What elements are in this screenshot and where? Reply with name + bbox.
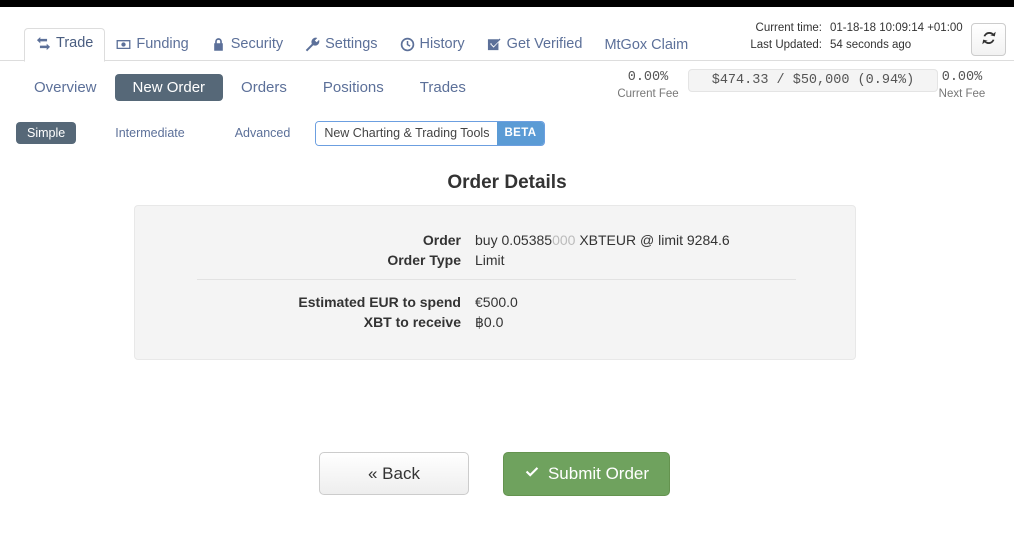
current-time-row: Current time:01-18-18 10:09:14 +01:00 <box>736 20 956 37</box>
page-title: Order Details <box>0 172 1014 194</box>
last-updated-label: Last Updated: <box>736 37 822 54</box>
last-updated-value: 54 seconds ago <box>822 37 956 54</box>
detail-row: Orderbuy 0.05385000 XBTEUR @ limit 9284.… <box>135 230 855 250</box>
back-button[interactable]: « Back <box>319 452 469 495</box>
top-black-strip <box>0 0 1014 7</box>
detail-value-trailing-zeros: 000 <box>552 232 575 248</box>
current-time-label: Current time: <box>736 20 822 37</box>
detail-row: Estimated EUR to spend€500.0 <box>135 292 855 312</box>
wrench-icon <box>305 37 320 52</box>
order-details-panel: Orderbuy 0.05385000 XBTEUR @ limit 9284.… <box>134 205 856 360</box>
submit-order-label: Submit Order <box>548 464 649 484</box>
page-root: Trade Funding Security Settings History Get V… <box>0 0 1014 547</box>
exchange-icon <box>36 36 51 51</box>
mode-item-intermediate[interactable]: Intermediate <box>104 122 195 145</box>
order-mode-row: Simple Intermediate Advanced New Charting … <box>0 116 1014 150</box>
clock-icon <box>400 37 415 52</box>
nav-tab-history[interactable]: History <box>389 30 476 61</box>
detail-row: Order TypeLimit <box>135 250 855 270</box>
new-charting-tools-promo[interactable]: New Charting & Trading Tools BETA <box>315 121 544 146</box>
detail-value-main: buy 0.05385 <box>475 232 552 248</box>
nav-tab-label: Security <box>231 37 283 52</box>
nav-tab-label: Funding <box>136 37 188 52</box>
detail-label: XBT to receive <box>135 312 475 332</box>
next-fee-caption: Next Fee <box>914 86 1010 102</box>
order-estimate-group: Estimated EUR to spend€500.0XBT to recei… <box>135 292 855 332</box>
detail-value: Limit <box>475 250 505 270</box>
beta-badge: BETA <box>497 122 543 145</box>
nav-tab-label: Settings <box>325 37 377 52</box>
current-fee-caption: Current Fee <box>600 86 696 102</box>
order-summary-group: Orderbuy 0.05385000 XBTEUR @ limit 9284.… <box>135 230 855 270</box>
nav-tab-mtgox-claim[interactable]: MtGox Claim <box>593 31 699 62</box>
next-fee-value: 0.00% <box>914 70 1010 86</box>
nav-tab-settings[interactable]: Settings <box>294 30 388 61</box>
subnav-item-trades[interactable]: Trades <box>402 74 484 101</box>
detail-value: €500.0 <box>475 292 518 312</box>
current-fee-block: 0.00% Current Fee <box>600 70 696 102</box>
detail-value-main: €500.0 <box>475 294 518 310</box>
nav-tab-security[interactable]: Security <box>200 30 294 61</box>
next-fee-block: 0.00% Next Fee <box>914 70 1010 102</box>
detail-label: Estimated EUR to spend <box>135 292 475 312</box>
nav-tab-label: Get Verified <box>507 37 583 52</box>
detail-value-main: ฿0.0 <box>475 314 503 330</box>
detail-value-main: Limit <box>475 252 505 268</box>
nav-tab-trade[interactable]: Trade <box>24 28 105 62</box>
detail-label: Order Type <box>135 250 475 270</box>
check-icon <box>524 464 540 485</box>
checkbox-icon <box>487 37 502 52</box>
panel-divider <box>197 279 796 280</box>
nav-tab-label: Trade <box>56 36 93 51</box>
mode-item-simple[interactable]: Simple <box>16 122 76 145</box>
subnav-item-new-order[interactable]: New Order <box>115 74 224 101</box>
trade-subnav: OverviewNew OrderOrdersPositionsTrades <box>0 68 620 106</box>
submit-order-button[interactable]: Submit Order <box>503 452 670 496</box>
last-updated-row: Last Updated:54 seconds ago <box>736 37 956 54</box>
banknote-icon <box>116 37 131 52</box>
subnav-item-overview[interactable]: Overview <box>16 74 115 101</box>
refresh-button[interactable] <box>971 23 1006 56</box>
current-fee-value: 0.00% <box>600 70 696 86</box>
detail-value: buy 0.05385000 XBTEUR @ limit 9284.6 <box>475 230 730 250</box>
detail-row: XBT to receive฿0.0 <box>135 312 855 332</box>
mode-item-advanced[interactable]: Advanced <box>224 122 302 145</box>
fee-bar: 0.00% Current Fee $474.33 / $50,000 (0.9… <box>600 66 1014 108</box>
detail-value: ฿0.0 <box>475 312 503 332</box>
subnav-item-positions[interactable]: Positions <box>305 74 402 101</box>
nav-tab-funding[interactable]: Funding <box>105 30 199 61</box>
detail-value-suffix: XBTEUR @ limit 9284.6 <box>575 232 729 248</box>
volume-progress-pill: $474.33 / $50,000 (0.94%) <box>688 69 938 92</box>
server-status-block: Current time:01-18-18 10:09:14 +01:00 La… <box>736 20 956 54</box>
refresh-icon <box>981 30 997 49</box>
current-time-value: 01-18-18 10:09:14 +01:00 <box>822 20 956 37</box>
detail-label: Order <box>135 230 475 250</box>
lock-icon <box>211 37 226 52</box>
new-charting-tools-label: New Charting & Trading Tools <box>316 122 497 145</box>
nav-tab-label: History <box>420 37 465 52</box>
nav-tab-get-verified[interactable]: Get Verified <box>476 30 594 61</box>
nav-tab-label: MtGox Claim <box>604 38 688 53</box>
subnav-item-orders[interactable]: Orders <box>223 74 305 101</box>
